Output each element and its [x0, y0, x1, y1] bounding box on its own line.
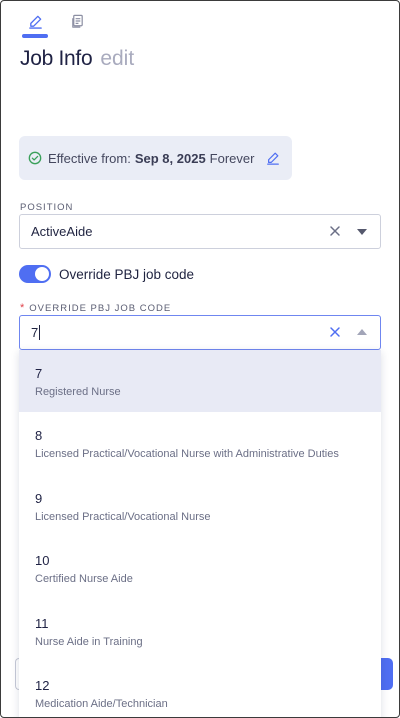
option-description: Licensed Practical/Vocational Nurse with… — [35, 448, 339, 461]
override-code-label: OVERRIDE PBJ JOB CODE — [29, 303, 172, 314]
save-button[interactable] — [381, 658, 393, 690]
text-cursor — [39, 325, 41, 340]
position-select[interactable]: ActiveAide — [19, 214, 381, 249]
dropdown-option[interactable]: 11 Nurse Aide in Training — [19, 600, 381, 662]
position-value: ActiveAide — [31, 224, 93, 239]
option-code: 9 — [35, 490, 43, 506]
option-description: Registered Nurse — [35, 386, 121, 398]
page-title: Job Info — [20, 47, 93, 70]
pbj-code-dropdown: 7 Registered Nurse 8 Licensed Practical/… — [19, 350, 381, 717]
chevron-up-icon[interactable] — [357, 329, 367, 335]
override-pbj-toggle[interactable] — [19, 265, 51, 283]
option-code: 8 — [35, 428, 43, 444]
edit-icon — [28, 15, 42, 29]
override-code-select[interactable]: 7 — [19, 315, 381, 350]
clear-override-icon[interactable] — [328, 325, 342, 339]
option-code: 7 — [35, 366, 43, 381]
option-description: Licensed Practical/Vocational Nurse — [35, 510, 211, 523]
option-description: Nurse Aide in Training — [35, 635, 143, 648]
effective-date-banner: Effective from: Sep 8, 2025 Forever — [19, 136, 292, 180]
position-label: POSITION — [20, 202, 74, 213]
dropdown-option[interactable]: 12 Medication Aide/Technician — [19, 662, 381, 717]
tab-document[interactable] — [63, 9, 91, 33]
override-toggle-label: Override PBJ job code — [59, 266, 195, 282]
override-code-label-row: * OVERRIDE PBJ JOB CODE — [20, 302, 171, 314]
check-circle-icon — [28, 151, 42, 165]
page-title-mode: edit — [100, 47, 135, 70]
dropdown-option[interactable]: 10 Certified Nurse Aide — [19, 537, 381, 599]
override-toggle-row: Override PBJ job code — [19, 265, 194, 283]
dropdown-option[interactable]: 9 Licensed Practical/Vocational Nurse — [19, 475, 381, 537]
edit-effective-date-icon[interactable] — [266, 151, 280, 165]
document-icon — [71, 14, 83, 28]
clear-position-icon[interactable] — [328, 224, 342, 238]
chevron-down-icon[interactable] — [357, 229, 367, 235]
option-description: Medication Aide/Technician — [35, 697, 168, 710]
active-tab-indicator — [22, 34, 48, 38]
option-code: 11 — [35, 615, 49, 631]
option-description: Certified Nurse Aide — [35, 573, 133, 586]
dropdown-option[interactable]: 7 Registered Nurse — [19, 350, 381, 413]
override-code-input[interactable]: 7 — [31, 325, 38, 340]
dropdown-option[interactable]: 8 Licensed Practical/Vocational Nurse wi… — [19, 412, 381, 474]
tab-edit[interactable] — [21, 9, 49, 33]
effective-prefix: Effective from: — [48, 150, 131, 166]
option-code: 12 — [35, 677, 50, 693]
job-info-panel: Job Info edit Effective from: Sep 8, 202… — [0, 0, 400, 718]
effective-until: Forever — [209, 150, 255, 166]
page-title-row: Job Info edit — [20, 47, 134, 71]
required-mark: * — [20, 302, 26, 314]
effective-date: Sep 8, 2025 — [134, 150, 206, 166]
option-code: 10 — [35, 553, 50, 569]
